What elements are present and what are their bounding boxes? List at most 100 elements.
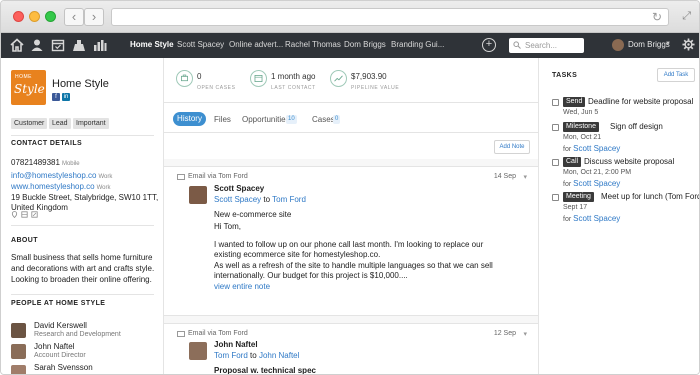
phone-value[interactable]: 07821489381 <box>11 158 60 167</box>
person-icon[interactable] <box>30 38 44 52</box>
nav-tab-rachel-thomas[interactable]: Rachel Thomas <box>285 40 341 49</box>
nav-tab-branding-gui[interactable]: Branding Gui... <box>391 40 444 49</box>
facebook-icon[interactable]: f <box>52 93 60 101</box>
chevron-down-icon[interactable]: ▾ <box>523 173 527 181</box>
task-title[interactable]: Discuss website proposal <box>584 157 674 166</box>
sender-avatar <box>189 186 207 204</box>
website-address[interactable]: www.homestyleshop.co Work <box>11 182 110 191</box>
view-entire-note-link[interactable]: view entire note <box>214 282 270 291</box>
caret-down-icon[interactable]: ▼ <box>665 41 671 47</box>
map-pin-icon[interactable] <box>11 211 18 218</box>
last-contact-label: LAST CONTACT <box>271 85 316 91</box>
task-for-label: for <box>563 216 572 223</box>
task-title[interactable]: Deadline for website proposal <box>588 97 693 106</box>
tag-customer[interactable]: Customer <box>11 118 48 129</box>
person-item[interactable]: David Kerswell Research and Development <box>11 321 161 343</box>
task-checkbox[interactable] <box>552 99 559 106</box>
to-word: to <box>263 195 271 204</box>
person-name[interactable]: Sarah Svensson <box>34 363 93 372</box>
email-entry[interactable]: Email via Tom Ford 12 Sep ▾ John Naftel … <box>164 323 538 374</box>
bar-chart-icon[interactable] <box>93 38 107 52</box>
email-sender: Scott Spacey <box>214 184 265 193</box>
person-role: Research and Development <box>34 331 121 338</box>
user-avatar[interactable] <box>612 39 624 51</box>
chevron-left-icon: ‹ <box>71 9 77 24</box>
website-link[interactable]: www.homestyleshop.co <box>11 182 95 191</box>
email-link[interactable]: info@homestyleshop.co <box>11 171 97 180</box>
from-link[interactable]: Tom Ford <box>214 351 248 360</box>
person-name[interactable]: John Naftel <box>34 342 74 351</box>
task-title[interactable]: Sign off design <box>610 122 663 131</box>
close-window-button[interactable] <box>13 11 24 22</box>
email-entry[interactable]: Email via Tom Ford 14 Sep ▾ Scott Spacey… <box>164 166 538 316</box>
last-contact-value: 1 month ago <box>271 72 316 81</box>
task-for-link[interactable]: Scott Spacey <box>573 179 620 188</box>
company-sidebar: HOME Style Home Style f in Customer Lead… <box>1 58 164 374</box>
website-type: Work <box>96 185 111 191</box>
main-content: 0 OPEN CASES 1 month ago LAST CONTACT $7… <box>164 58 538 374</box>
gear-icon[interactable] <box>682 38 695 51</box>
task-item[interactable]: Meeting Meet up for lunch (Tom Ford) Sep… <box>552 192 699 226</box>
building-icon[interactable] <box>72 38 86 52</box>
task-title[interactable]: Meet up for lunch (Tom Ford) <box>601 192 699 201</box>
tag-important[interactable]: Important <box>73 118 109 129</box>
phone-type: Mobile <box>61 161 80 167</box>
nav-tab-dom-briggs[interactable]: Dom Briggs <box>344 40 386 49</box>
user-menu-name[interactable]: Dom Briggs <box>628 40 670 49</box>
nav-tab-scott-spacey[interactable]: Scott Spacey <box>177 40 224 49</box>
envelope-icon <box>177 331 185 337</box>
task-category-badge: Meeting <box>563 192 594 202</box>
zoom-window-button[interactable] <box>45 11 56 22</box>
tab-files[interactable]: Files <box>214 115 231 124</box>
linkedin-icon[interactable]: in <box>62 93 70 101</box>
task-checkbox[interactable] <box>552 124 559 131</box>
task-date: Mon, Oct 21 <box>563 134 602 141</box>
to-link[interactable]: John Naftel <box>259 351 299 360</box>
nav-tab-home-style[interactable]: Home Style <box>130 40 174 49</box>
directions-icon[interactable] <box>31 211 38 218</box>
email-address[interactable]: info@homestyleshop.co Work <box>11 171 112 180</box>
person-item[interactable]: John Naftel Account Director <box>11 342 161 364</box>
task-for-link[interactable]: Scott Spacey <box>573 214 620 223</box>
from-link[interactable]: Scott Spacey <box>214 195 261 204</box>
divider <box>11 135 154 136</box>
to-link[interactable]: Tom Ford <box>272 195 306 204</box>
forward-button[interactable]: › <box>84 8 104 26</box>
task-date: Mon, Oct 21, 2:00 PM <box>563 169 632 176</box>
email-subject: New e-commerce site <box>214 210 292 219</box>
add-note-button[interactable]: Add Note <box>494 140 530 154</box>
tab-cases[interactable]: Cases <box>312 115 335 124</box>
reload-icon[interactable]: ↻ <box>652 10 662 24</box>
task-for: for Scott Spacey <box>563 214 620 223</box>
task-item[interactable]: Call Discuss website proposal Mon, Oct 2… <box>552 157 699 191</box>
tag-lead[interactable]: Lead <box>49 118 71 129</box>
person-avatar <box>11 323 26 338</box>
fullscreen-icon[interactable]: ⤢ <box>682 10 691 23</box>
email-source: Email via Tom Ford <box>188 173 248 180</box>
to-word: to <box>250 351 257 360</box>
chevron-down-icon[interactable]: ▾ <box>523 330 527 338</box>
task-item[interactable]: Milestone Sign off design Mon, Oct 21 fo… <box>552 122 699 156</box>
add-task-button[interactable]: Add Task <box>657 68 695 82</box>
task-for-link[interactable]: Scott Spacey <box>573 144 620 153</box>
email-route: Scott Spacey to Tom Ford <box>214 195 306 204</box>
person-item[interactable]: Sarah Svensson <box>11 363 161 374</box>
calendar-icon[interactable] <box>51 38 65 52</box>
add-plus-icon[interactable]: + <box>482 38 496 52</box>
email-type: Work <box>98 174 113 180</box>
home-icon[interactable] <box>10 38 24 52</box>
back-button[interactable]: ‹ <box>64 8 84 26</box>
tab-history[interactable]: History <box>173 112 206 126</box>
minimize-window-button[interactable] <box>29 11 40 22</box>
person-name[interactable]: David Kerswell <box>34 321 87 330</box>
phone-number[interactable]: 07821489381 Mobile <box>11 158 80 167</box>
task-checkbox[interactable] <box>552 159 559 166</box>
tab-opportunities[interactable]: Opportunities <box>242 115 290 124</box>
nav-tab-online-advert[interactable]: Online advert... <box>229 40 283 49</box>
divider <box>11 294 154 295</box>
person-role: Account Director <box>34 352 86 359</box>
street-view-icon[interactable] <box>21 211 28 218</box>
pipeline-label: PIPELINE VALUE <box>351 85 400 91</box>
address-bar[interactable]: ↻ <box>111 8 669 26</box>
task-checkbox[interactable] <box>552 194 559 201</box>
